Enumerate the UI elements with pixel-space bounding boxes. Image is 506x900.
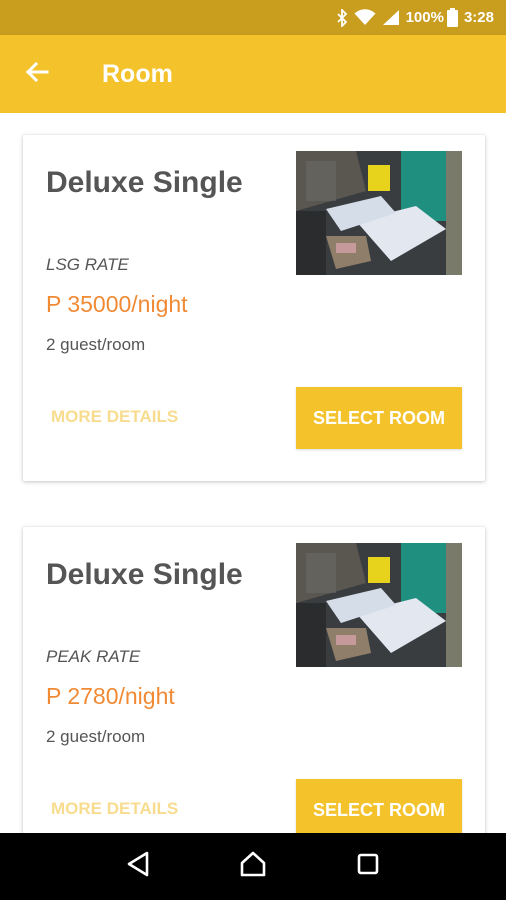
room-capacity: 2 guest/room [46,335,146,354]
room-name: Deluxe Single [46,558,243,591]
more-details-link[interactable]: MORE DETAILS [51,799,178,819]
battery-status: 100% [406,8,458,27]
system-nav-bar [0,833,506,900]
room-list[interactable]: Deluxe Single LSG RATE P 35000/night 2 g… [0,113,506,833]
room-card: Deluxe Single PEAK RATE P 2780/night 2 g… [23,527,485,833]
battery-icon [446,8,458,27]
clock: 3:28 [463,9,494,26]
room-name: Deluxe Single [46,166,243,199]
room-photo[interactable] [296,151,462,275]
room-card: Deluxe Single LSG RATE P 35000/night 2 g… [23,135,485,481]
select-room-button[interactable]: SELECT ROOM [296,779,462,833]
nav-back-button[interactable] [118,847,158,887]
select-room-button[interactable]: SELECT ROOM [296,387,462,449]
room-rate-type: PEAK RATE [46,647,141,666]
room-rate-type: LSG RATE [46,255,129,274]
home-icon [239,850,267,883]
back-button[interactable] [2,35,72,113]
more-details-link[interactable]: MORE DETAILS [51,407,178,427]
status-bar: 100% 3:28 [0,0,506,35]
room-photo[interactable] [296,543,462,667]
signal-icon [382,9,400,26]
battery-percent: 100% [405,9,444,26]
app-bar: Room [0,35,506,113]
room-price: P 2780/night [46,683,175,709]
room-capacity: 2 guest/room [46,727,146,746]
bluetooth-icon [336,8,348,27]
nav-recents-button[interactable] [348,847,388,887]
recents-square-icon [356,852,380,881]
wifi-icon [354,9,376,26]
back-triangle-icon [126,851,150,882]
page-title: Room [102,59,173,88]
nav-home-button[interactable] [233,847,273,887]
room-price: P 35000/night [46,291,188,317]
arrow-left-icon [25,60,49,89]
